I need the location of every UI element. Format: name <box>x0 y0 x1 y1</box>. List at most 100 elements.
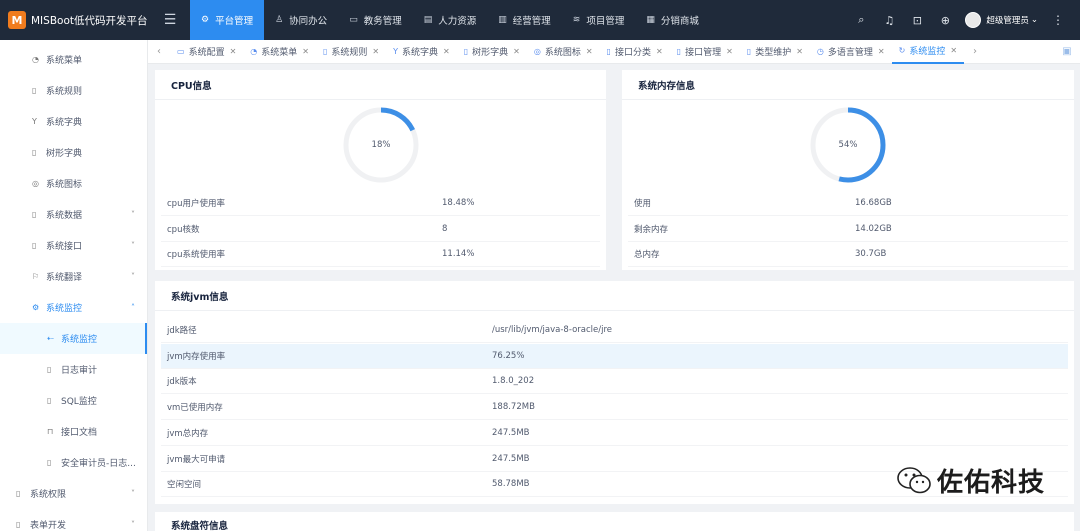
tab[interactable]: ▯ 接口管理 ✕ <box>670 40 740 64</box>
tab[interactable]: ◎ 系统图标 ✕ <box>527 40 600 64</box>
chevron-down-icon: ˅ <box>131 489 135 498</box>
app-logo[interactable]: M MISBoot低代码开发平台 <box>0 11 150 29</box>
sidebar-item[interactable]: Y 系统字典 <box>0 106 147 137</box>
sidebar-item[interactable]: ▯ 系统规则 <box>0 75 147 106</box>
tab[interactable]: ↻ 系统监控 ✕ <box>891 40 965 64</box>
menu-toggle-icon[interactable]: ☰ <box>150 12 190 28</box>
tab[interactable]: ▯ 树形字典 ✕ <box>457 40 527 64</box>
sidebar-item[interactable]: ◔ 系统菜单 <box>0 44 147 75</box>
info-key: 剩余内存 <box>634 224 669 235</box>
sidebar-item[interactable]: ⊓ 接口文档 <box>0 416 147 447</box>
info-key: jvm最大可申请 <box>167 454 226 465</box>
translate-icon: ⚐ <box>32 272 40 281</box>
sidebar-item[interactable]: ▯ 树形字典 <box>0 137 147 168</box>
topnav-label: 分销商城 <box>660 16 699 27</box>
top-right-tools: ⌕ ♫ ⊡ ⊕ 超级管理员 ⌄ ⋮ <box>847 0 1080 40</box>
user-menu[interactable]: 超级管理员 ⌄ <box>965 12 1038 28</box>
tab-label: 系统配置 <box>188 48 225 58</box>
topnav-item[interactable]: ▥ 经营管理 <box>487 0 562 40</box>
cpu-panel: CPU信息 18% cpu用户使用率 18.48% cpu核数 8 cpu系统使用率 11… <box>155 70 606 270</box>
top-nav: ⚙ 平台管理 ♙ 协同办公 ▭ 教务管理 ▤ 人力资源 ▥ 经营管理 ≋ 项目管理 ▦ 分销商城 <box>190 0 710 40</box>
sidebar-item[interactable]: ▯ 系统接口 ˅ <box>0 230 147 261</box>
wechat-icon <box>895 465 933 497</box>
sidebar-item-label: 系统翻译 <box>46 273 83 283</box>
chevron-down-icon: ˅ <box>131 210 135 219</box>
topnav-item[interactable]: ♙ 协同办公 <box>264 0 338 40</box>
chevron-down-icon: ˅ <box>131 272 135 281</box>
close-icon[interactable]: ✕ <box>443 47 450 56</box>
cpu-percent-label: 18% <box>371 140 391 150</box>
close-icon[interactable]: ✕ <box>796 47 803 56</box>
chevron-down-icon: ˅ <box>131 520 135 529</box>
topnav-item[interactable]: ▤ 人力资源 <box>413 0 488 40</box>
tab-scroll-right-icon[interactable]: › <box>964 46 986 57</box>
info-value: 8 <box>442 223 448 234</box>
close-icon[interactable]: ✕ <box>513 47 520 56</box>
close-icon[interactable]: ✕ <box>878 47 885 56</box>
sidebar-item[interactable]: ▯ SQL监控 <box>0 385 147 416</box>
sidebar-item-label: 系统规则 <box>46 87 83 97</box>
sidebar-item[interactable]: ◎ 系统图标 <box>0 168 147 199</box>
topnav-item[interactable]: ≋ 项目管理 <box>562 0 636 40</box>
info-key: 总内存 <box>634 250 660 260</box>
app-title: MISBoot低代码开发平台 <box>31 14 148 27</box>
logo-icon: M <box>8 11 26 29</box>
info-value: 18.48% <box>442 198 475 208</box>
doc-icon: ▯ <box>32 241 37 250</box>
info-value: 76.25% <box>492 350 525 361</box>
globe-icon: ◷ <box>816 47 824 56</box>
tab[interactable]: ◔ 系统菜单 ✕ <box>243 40 316 64</box>
sidebar-item[interactable]: ⚐ 系统翻译 ˅ <box>0 261 147 292</box>
filter-icon: Y <box>393 47 398 56</box>
topnav-label: 协同办公 <box>289 16 328 27</box>
doc-icon: ▯ <box>463 47 469 56</box>
sidebar-item-label: 日志审计 <box>61 366 98 376</box>
globe-icon[interactable]: ⊕ <box>931 14 959 27</box>
topnav-label: 项目管理 <box>586 16 625 27</box>
info-key: vm已使用内存 <box>167 403 223 414</box>
sidebar-item[interactable]: ⚙ 系统监控 ˄ <box>0 292 147 323</box>
info-value: /usr/lib/jvm/java-8-oracle/jre <box>492 325 612 335</box>
sidebar-item[interactable]: ▯ 系统权限 ˅ <box>0 478 147 509</box>
sidebar-item[interactable]: ▯ 日志审计 <box>0 354 147 385</box>
topnav-item[interactable]: ▦ 分销商城 <box>635 0 710 40</box>
tab[interactable]: ▯ 系统规则 ✕ <box>316 40 386 64</box>
sidebar-item[interactable]: ▯ 表单开发 ˅ <box>0 509 147 531</box>
close-icon[interactable]: ✕ <box>726 47 733 56</box>
lock-icon[interactable]: ▣ <box>1054 46 1080 57</box>
sidebar-item-label: 系统接口 <box>46 242 83 252</box>
sidebar-item[interactable]: ▯ 安全审计员-日志... <box>0 447 147 478</box>
topnav-label: 平台管理 <box>215 16 254 27</box>
store-icon: ▦ <box>646 15 655 25</box>
sidebar-item[interactable]: ▯ 系统数据 ˅ <box>0 199 147 230</box>
gear-icon: ⚙ <box>201 15 210 25</box>
tab[interactable]: Y 系统字典 ✕ <box>386 40 457 64</box>
sidebar-item-label: 安全审计员-日志... <box>61 459 136 469</box>
search-icon[interactable]: ⌕ <box>847 13 875 27</box>
sidebar-item-label: 树形字典 <box>46 149 83 159</box>
sidebar-item[interactable]: ⇠ 系统监控 <box>0 323 147 354</box>
lock-icon[interactable]: ⊡ <box>903 14 931 27</box>
tab-scroll-left-icon[interactable]: ‹ <box>148 46 170 57</box>
close-icon[interactable]: ✕ <box>372 47 379 56</box>
stack-icon: ≋ <box>572 15 581 25</box>
info-row: 总内存 30.7GB <box>628 242 1068 267</box>
tab[interactable]: ▭ 系统配置 ✕ <box>170 40 243 64</box>
tab[interactable]: ▯ 类型维护 ✕ <box>740 40 810 64</box>
tab[interactable]: ◷ 多语言管理 ✕ <box>810 40 892 64</box>
sidebar-item-label: 系统菜单 <box>46 56 83 66</box>
info-row: jvm总内存 247.5MB <box>161 421 1068 446</box>
gear-icon: ⚙ <box>32 303 40 312</box>
close-icon[interactable]: ✕ <box>656 47 663 56</box>
topnav-item[interactable]: ▭ 教务管理 <box>338 0 413 40</box>
close-icon[interactable]: ✕ <box>950 46 957 55</box>
tab[interactable]: ▯ 接口分类 ✕ <box>600 40 670 64</box>
topnav-item[interactable]: ⚙ 平台管理 <box>190 0 265 40</box>
close-icon[interactable]: ✕ <box>586 47 593 56</box>
close-icon[interactable]: ✕ <box>302 47 309 56</box>
circle-icon: ◎ <box>533 47 541 56</box>
bell-icon[interactable]: ♫ <box>875 14 903 27</box>
tab-list: ▭ 系统配置 ✕ ◔ 系统菜单 ✕ ▯ 系统规则 ✕ Y 系统字典 ✕ ▯ 树形字典 ✕ ◎ 系统图标 ✕ ▯ 接口分… <box>170 40 965 64</box>
close-icon[interactable]: ✕ <box>230 47 237 56</box>
more-vertical-icon[interactable]: ⋮ <box>1046 13 1070 27</box>
